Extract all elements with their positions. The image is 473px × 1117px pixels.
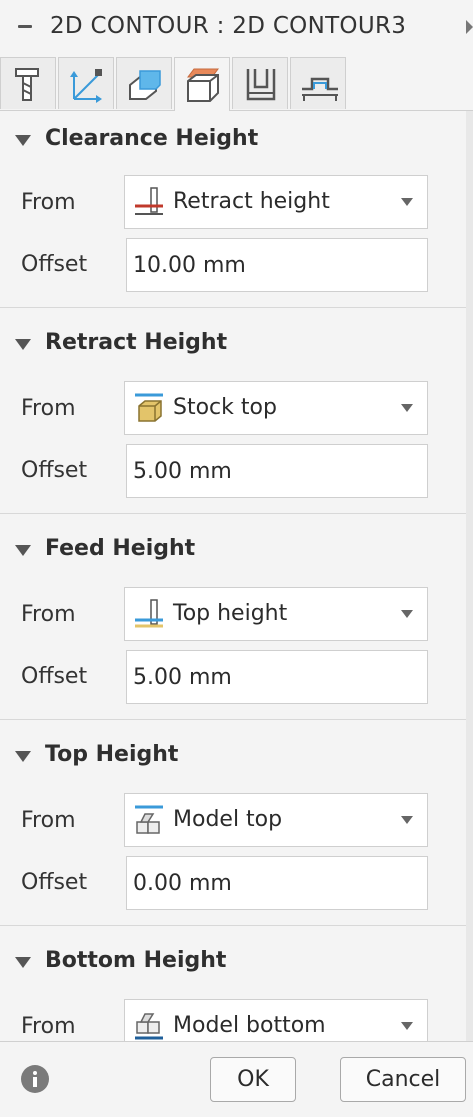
- feed-offset-input[interactable]: [126, 650, 428, 704]
- dropdown-value: Top height: [173, 601, 288, 626]
- model-top-icon: [135, 805, 163, 834]
- dropdown-value: Stock top: [173, 395, 277, 420]
- from-label: From: [21, 808, 76, 833]
- top-height-icon: [135, 599, 163, 628]
- ok-button[interactable]: OK: [210, 1057, 296, 1102]
- section-title: Feed Height: [45, 536, 196, 561]
- tab-geometry[interactable]: [58, 57, 114, 109]
- title-bar: 2D CONTOUR : 2D CONTOUR3: [0, 0, 473, 54]
- tool-icon: [15, 68, 39, 101]
- top-offset-input[interactable]: [126, 856, 428, 910]
- offset-label: Offset: [21, 664, 88, 689]
- offset-label: Offset: [21, 252, 88, 277]
- from-label: From: [21, 396, 76, 421]
- retract-height-icon: [135, 187, 163, 215]
- cancel-button[interactable]: Cancel: [340, 1057, 466, 1102]
- section-title: Clearance Height: [45, 126, 259, 151]
- retract-height-header[interactable]: Retract Height: [0, 307, 466, 363]
- chevron-down-icon: [401, 1022, 413, 1030]
- tab-tool[interactable]: [0, 57, 56, 109]
- chevron-down-icon: [401, 816, 413, 824]
- collapse-icon[interactable]: [18, 25, 32, 28]
- tabs-icon: [302, 77, 338, 101]
- tab-bar: [0, 54, 473, 111]
- settings-scroll-area[interactable]: Clearance Height From Retract height Off…: [0, 111, 466, 1041]
- feed-from-dropdown[interactable]: Top height: [124, 587, 428, 641]
- section-title: Retract Height: [45, 330, 228, 355]
- clearance-from-dropdown[interactable]: Retract height: [124, 175, 428, 229]
- stock-top-icon: [135, 393, 163, 422]
- tab-passes[interactable]: [174, 57, 230, 111]
- scrollbar[interactable]: [466, 111, 473, 1041]
- top-height-header[interactable]: Top Height: [0, 719, 466, 775]
- clearance-height-header[interactable]: Clearance Height: [0, 111, 466, 167]
- passes-icon: [187, 68, 219, 102]
- chevron-down-icon: [401, 610, 413, 618]
- feed-height-section: Feed Height From Top height Offset: [0, 513, 466, 720]
- model-bottom-icon: [135, 1013, 163, 1040]
- dialog-footer: OK Cancel: [0, 1041, 473, 1117]
- retract-from-dropdown[interactable]: Stock top: [124, 381, 428, 435]
- retract-offset-input[interactable]: [126, 444, 428, 498]
- collapse-triangle-icon[interactable]: [15, 957, 31, 968]
- from-label: From: [21, 1014, 76, 1039]
- offset-label: Offset: [21, 870, 88, 895]
- top-height-section: Top Height From Model top Offset: [0, 719, 466, 926]
- tab-heights[interactable]: [116, 57, 172, 109]
- tab-tabs[interactable]: [290, 57, 346, 109]
- chevron-down-icon: [401, 404, 413, 412]
- cam-operation-panel: 2D CONTOUR : 2D CONTOUR3 Clearance Heigh…: [0, 0, 473, 1117]
- clearance-offset-input[interactable]: [126, 238, 428, 292]
- dropdown-value: Retract height: [173, 189, 330, 214]
- offset-label: Offset: [21, 458, 88, 483]
- bottom-from-dropdown[interactable]: Model bottom: [124, 999, 428, 1041]
- section-title: Top Height: [45, 742, 179, 767]
- collapse-triangle-icon[interactable]: [15, 135, 31, 146]
- dialog-title: 2D CONTOUR : 2D CONTOUR3: [50, 13, 407, 39]
- feed-height-header[interactable]: Feed Height: [0, 513, 466, 569]
- top-from-dropdown[interactable]: Model top: [124, 793, 428, 847]
- from-label: From: [21, 190, 76, 215]
- collapse-triangle-icon[interactable]: [15, 751, 31, 762]
- from-label: From: [21, 602, 76, 627]
- geometry-icon: [70, 69, 102, 103]
- dropdown-value: Model top: [173, 807, 283, 832]
- expand-arrow-icon[interactable]: [466, 20, 473, 34]
- tab-linking[interactable]: [232, 57, 288, 109]
- info-icon[interactable]: [21, 1065, 49, 1093]
- section-title: Bottom Height: [45, 948, 227, 973]
- retract-height-section: Retract Height From Stock top Offset: [0, 307, 466, 514]
- clearance-height-section: Clearance Height From Retract height Off…: [0, 111, 466, 308]
- chevron-down-icon: [401, 198, 413, 206]
- heights-icon: [129, 70, 161, 100]
- collapse-triangle-icon[interactable]: [15, 339, 31, 350]
- bottom-height-header[interactable]: Bottom Height: [0, 925, 466, 981]
- bottom-height-section: Bottom Height From Model bottom: [0, 925, 466, 1041]
- dropdown-value: Model bottom: [173, 1013, 326, 1038]
- collapse-triangle-icon[interactable]: [15, 545, 31, 556]
- linking-icon: [246, 69, 276, 101]
